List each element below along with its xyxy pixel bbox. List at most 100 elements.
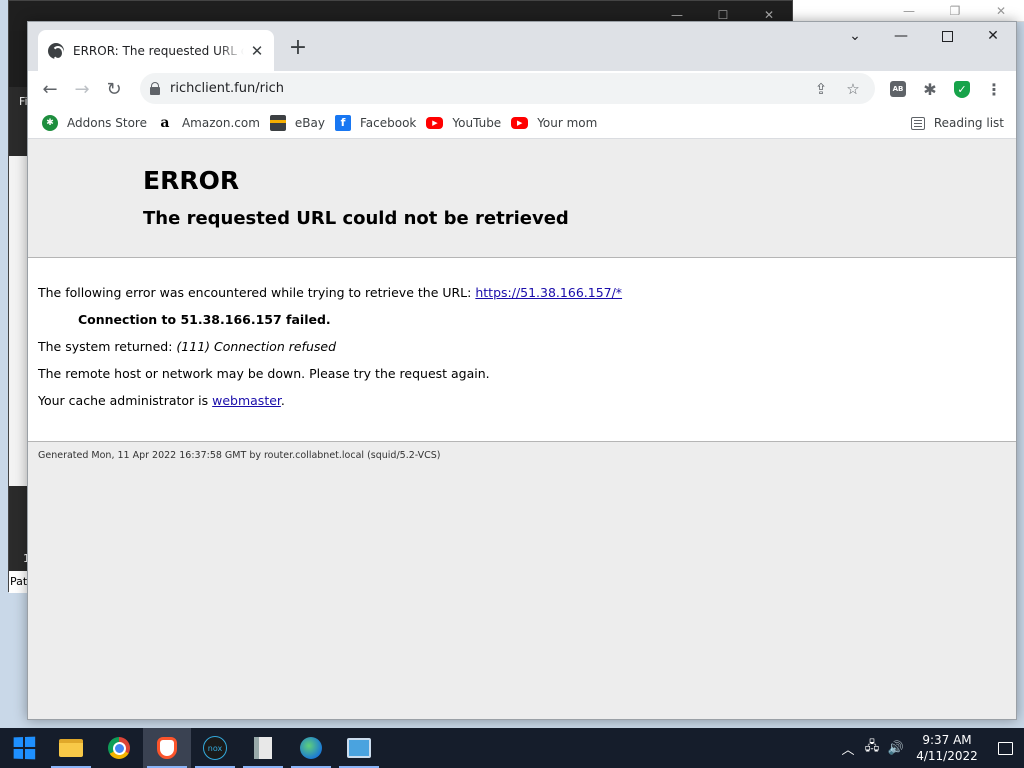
close-icon[interactable]: ✕ xyxy=(978,0,1024,22)
webmaster-link[interactable]: webmaster xyxy=(212,393,281,408)
notification-icon xyxy=(997,741,1013,755)
brave-icon xyxy=(157,737,177,759)
error-heading: ERROR xyxy=(143,166,240,195)
close-icon[interactable]: ✕ xyxy=(970,22,1016,50)
minimize-icon[interactable]: — xyxy=(878,22,924,50)
reload-icon[interactable]: ↻ xyxy=(98,73,130,105)
address-bar-actions: ⇪ ☆ xyxy=(805,73,869,104)
system-clock[interactable]: 9:37 AM 4/11/2022 xyxy=(908,732,986,764)
background-window-label: Fi xyxy=(19,95,28,108)
book-icon xyxy=(254,737,272,759)
bookmark-label: Facebook xyxy=(360,115,417,130)
clock-time: 9:37 AM xyxy=(922,733,972,747)
bookmark-label: Amazon.com xyxy=(181,115,260,130)
taskbar-book[interactable] xyxy=(239,728,287,768)
bookmarks-bar: ✱ Addons Store a Amazon.com eBay f Faceb… xyxy=(28,107,1016,139)
clock-date: 4/11/2022 xyxy=(916,749,978,763)
bookmark-facebook[interactable]: f Facebook xyxy=(333,109,424,137)
reading-list-icon xyxy=(910,116,925,130)
taskbar-monitor[interactable] xyxy=(335,728,383,768)
cache-admin-suffix: . xyxy=(280,393,285,408)
error-intro-text: The following error was encountered whil… xyxy=(38,285,476,300)
maximize-icon[interactable] xyxy=(924,22,970,50)
taskbar-file-explorer[interactable] xyxy=(47,728,95,768)
remote-host-note: The remote host or network may be down. … xyxy=(38,366,490,381)
globe-icon xyxy=(300,737,322,759)
cache-admin: Your cache administrator is webmaster. xyxy=(38,387,1016,414)
page-content: ERROR The requested URL could not be ret… xyxy=(28,139,1016,719)
error-subheading: The requested URL could not be retrieved xyxy=(143,208,569,229)
tab-title: ERROR: The requested URL could not be re… xyxy=(73,43,244,58)
chrome-icon xyxy=(108,737,130,759)
window-controls: ⌄ — ✕ xyxy=(832,22,1016,50)
bookmark-your-mom[interactable]: ▶ Your mom xyxy=(509,109,605,137)
error-header: ERROR The requested URL could not be ret… xyxy=(28,139,1016,257)
bookmark-label: Addons Store xyxy=(67,115,147,130)
youtube-icon: ▶ xyxy=(426,116,444,129)
system-tray: ︿ 🖧 🔊 9:37 AM 4/11/2022 xyxy=(836,728,1024,768)
error-failure-message: Connection to 51.38.166.157 failed. xyxy=(78,312,331,327)
generated-footer: Generated Mon, 11 Apr 2022 16:37:58 GMT … xyxy=(38,450,441,461)
address-bar[interactable]: richclient.fun/rich ⇪ ☆ xyxy=(140,73,875,104)
back-icon[interactable]: ← xyxy=(34,73,66,105)
nox-icon: nox xyxy=(203,736,227,760)
bookmark-label: eBay xyxy=(294,115,325,130)
menu-kebab-icon[interactable]: ⋮ xyxy=(978,73,1010,105)
bookmark-youtube[interactable]: ▶ YouTube xyxy=(424,109,509,137)
error-intro: The following error was encountered whil… xyxy=(38,279,1016,306)
bookmark-star-icon[interactable]: ☆ xyxy=(837,75,869,103)
forward-icon[interactable]: → xyxy=(66,73,98,105)
globe-icon xyxy=(48,42,64,60)
lock-icon[interactable] xyxy=(150,82,160,95)
taskbar: nox ︿ 🖧 🔊 9:37 AM 4/11/2022 xyxy=(0,728,1024,768)
bookmark-label: YouTube xyxy=(452,115,502,130)
share-icon[interactable]: ⇪ xyxy=(805,75,837,103)
background-window-panel xyxy=(9,156,29,486)
cache-admin-label: Your cache administrator is xyxy=(38,393,213,408)
bookmark-amazon[interactable]: a Amazon.com xyxy=(155,109,268,137)
taskbar-globe[interactable] xyxy=(287,728,335,768)
active-tab[interactable]: ERROR: The requested URL could not be re… xyxy=(38,30,274,71)
system-error-code: (111) Connection refused xyxy=(176,339,336,354)
adblock-extension-icon[interactable]: AB xyxy=(882,73,914,105)
ebay-icon xyxy=(269,114,286,131)
windows-logo-icon xyxy=(13,736,35,760)
restore-icon[interactable]: ❐ xyxy=(932,0,978,22)
taskbar-chrome[interactable] xyxy=(95,728,143,768)
reading-list-label: Reading list xyxy=(933,116,1004,130)
system-returned: The system returned: (111) Connection re… xyxy=(38,333,1016,360)
youtube-icon: ▶ xyxy=(511,116,529,129)
url-text[interactable]: richclient.fun/rich xyxy=(170,81,284,96)
bookmark-ebay[interactable]: eBay xyxy=(268,109,333,137)
background-window-2-controls: — ❐ ✕ xyxy=(886,0,1024,22)
chevron-up-icon[interactable]: ︿ xyxy=(836,728,860,768)
facebook-icon: f xyxy=(335,114,351,131)
tab-close-icon[interactable]: ✕ xyxy=(248,42,266,60)
speaker-icon[interactable]: 🔊 xyxy=(884,728,908,768)
taskbar-brave[interactable] xyxy=(143,728,191,768)
shield-extension-icon[interactable]: ✓ xyxy=(946,73,978,105)
error-url-link[interactable]: https://51.38.166.157/* xyxy=(475,285,622,300)
network-icon[interactable]: 🖧 xyxy=(860,728,884,768)
taskbar-nox[interactable]: nox xyxy=(191,728,239,768)
tab-search-icon[interactable]: ⌄ xyxy=(832,22,878,50)
system-returned-label: The system returned: xyxy=(38,339,177,354)
bookmark-addons-store[interactable]: ✱ Addons Store xyxy=(40,109,155,137)
reading-list-button[interactable]: Reading list xyxy=(910,109,1004,137)
browser-toolbar: ← → ↻ richclient.fun/rich ⇪ ☆ AB ✱ ✓ ⋮ xyxy=(28,71,1016,107)
extensions-area: AB ✱ ✓ ⋮ xyxy=(882,73,1010,105)
start-button[interactable] xyxy=(0,728,47,768)
puzzle-extensions-icon[interactable]: ✱ xyxy=(914,73,946,105)
background-window-footer: Pat xyxy=(9,571,29,593)
addons-store-icon: ✱ xyxy=(42,114,58,131)
folder-icon xyxy=(59,739,83,757)
monitor-icon xyxy=(347,738,371,758)
browser-window: ERROR: The requested URL could not be re… xyxy=(27,21,1017,720)
bookmark-label: Your mom xyxy=(537,115,598,130)
tab-strip: ERROR: The requested URL could not be re… xyxy=(28,22,1016,71)
notification-button[interactable] xyxy=(986,728,1024,768)
minimize-icon[interactable]: — xyxy=(886,0,932,22)
background-window-2: — ❐ ✕ xyxy=(793,0,1024,22)
error-body: The following error was encountered whil… xyxy=(28,258,1016,441)
new-tab-button[interactable]: + xyxy=(286,36,310,60)
